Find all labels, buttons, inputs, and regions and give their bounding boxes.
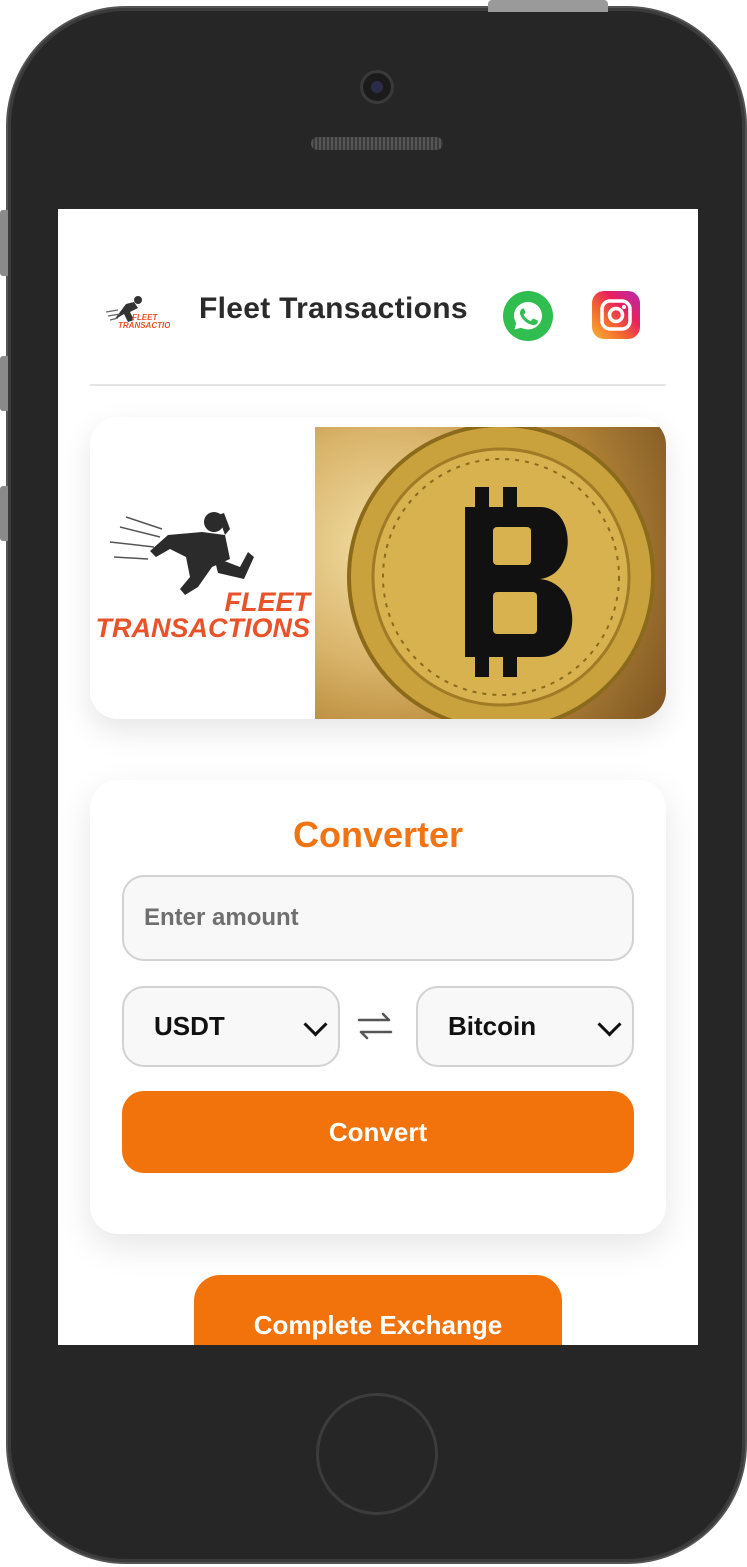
from-currency-select[interactable]: USDT [122,986,340,1067]
power-button [488,0,608,12]
swap-arrows-icon[interactable] [355,1006,395,1046]
front-camera [360,70,394,104]
converter-card: Converter USDT Bitcoin Convert [90,780,666,1234]
bitcoin-coin-icon [347,423,655,719]
volume-up-button [0,356,8,411]
complete-exchange-button[interactable]: Complete Exchange [194,1275,562,1345]
svg-text:TRANSACTIONS: TRANSACTIONS [118,321,170,330]
from-currency-value: USDT [154,1011,225,1041]
brand-logo-icon[interactable]: FLEET TRANSACTIONS [104,292,170,332]
banner-logo-text: FLEET TRANSACTIONS [95,587,311,643]
converter-title: Converter [292,814,464,855]
site-header: FLEET TRANSACTIONS Fleet Transactions [58,209,698,386]
amount-input[interactable] [122,875,634,961]
banner-logo-area: FLEET TRANSACTIONS [90,417,315,719]
to-currency-value: Bitcoin [448,1011,537,1041]
volume-down-button [0,486,8,541]
convert-button[interactable]: Convert [122,1091,634,1173]
to-currency-select[interactable]: Bitcoin [416,986,634,1067]
mute-switch [0,210,8,276]
instagram-icon[interactable] [592,291,640,339]
whatsapp-icon[interactable] [503,291,553,341]
bitcoin-image [315,423,666,719]
earpiece-speaker [311,137,443,150]
screen: FLEET TRANSACTIONS Fleet Transactions [58,209,698,1345]
chevron-down-icon [597,1012,622,1037]
runner-logo-icon [109,512,254,595]
brand-title: Fleet Transactions [199,292,468,325]
hero-banner: FLEET TRANSACTIONS [90,417,666,719]
home-button[interactable] [316,1393,438,1515]
chevron-down-icon [303,1012,328,1037]
header-divider [90,384,666,386]
